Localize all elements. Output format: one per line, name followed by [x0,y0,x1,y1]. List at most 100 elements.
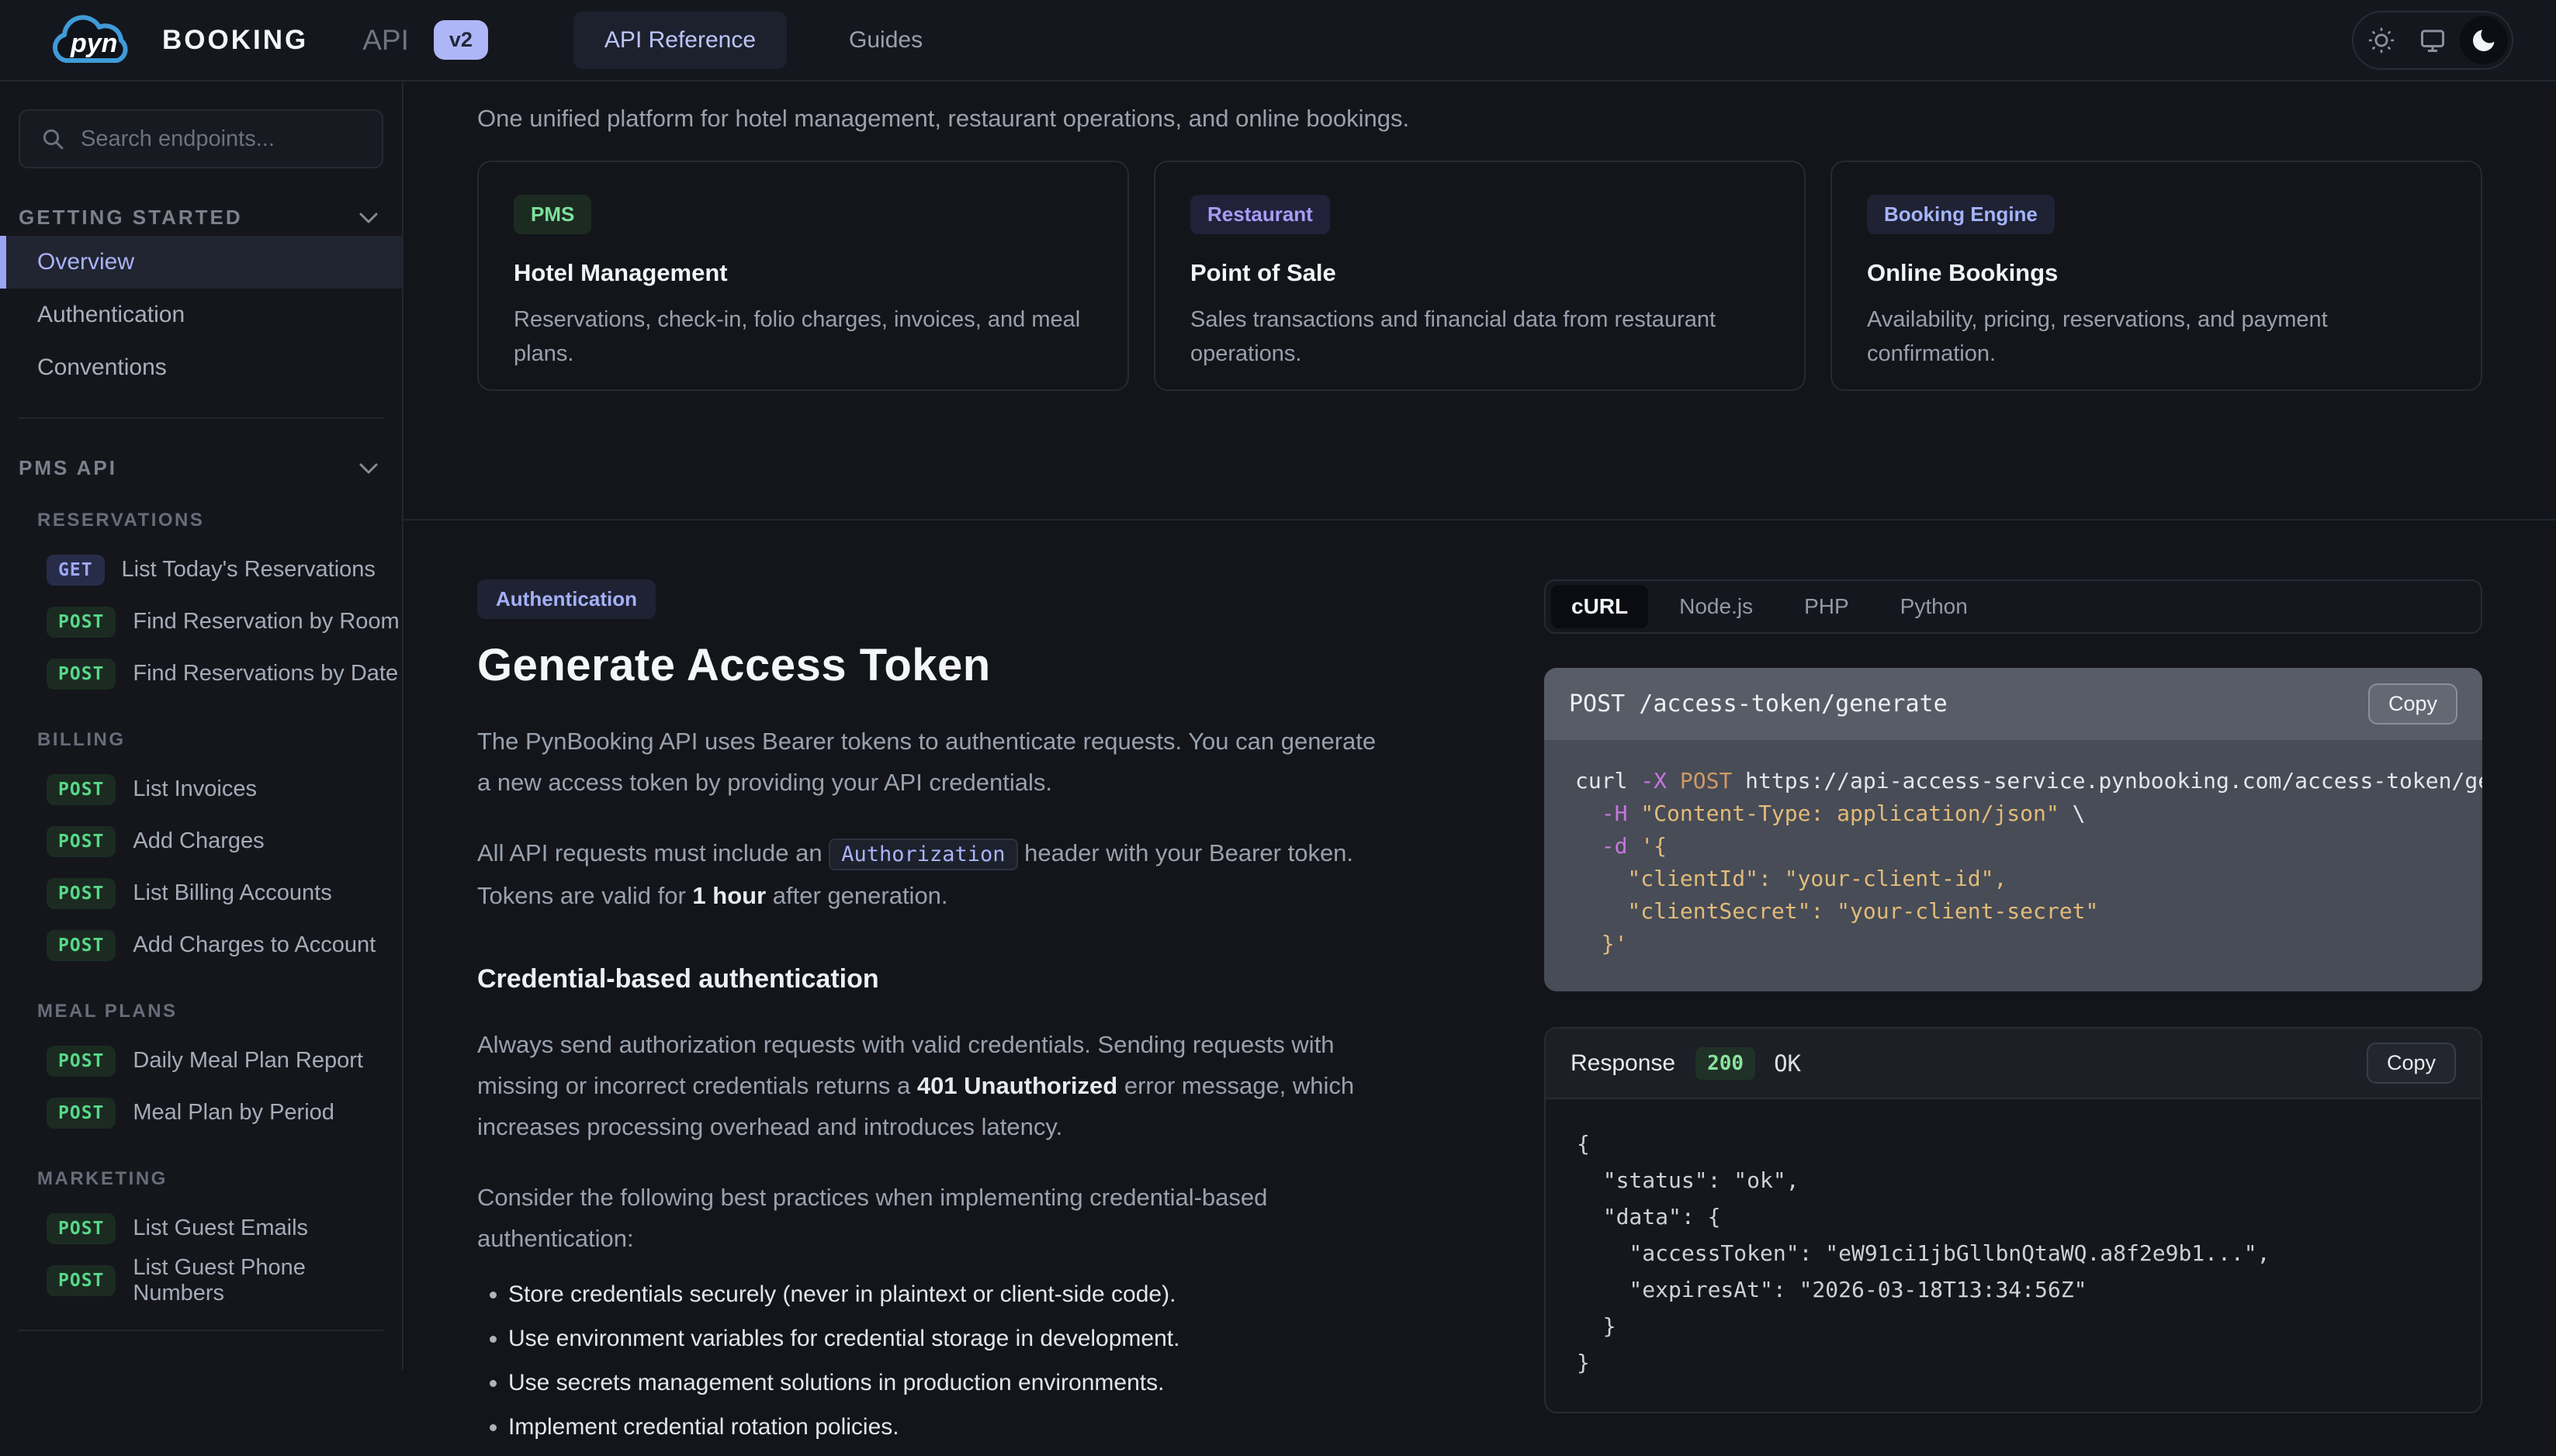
method-badge: POST [47,774,116,805]
tab-php[interactable]: PHP [1784,585,1869,628]
best-practice-item: Use secrets management solutions in prod… [508,1368,1470,1399]
code-token: -X [1640,768,1680,794]
copy-response-button[interactable]: Copy [2367,1043,2456,1084]
card-badge: PMS [514,195,591,234]
nav-tab-api-reference[interactable]: API Reference [573,12,787,69]
paragraph-line: authentication: [477,1218,1470,1259]
moon-icon [2470,26,2498,54]
product-label: API [362,24,409,57]
nav-tab-guides[interactable]: Guides [818,12,954,69]
method-badge: POST [47,826,116,857]
subsection-heading: Credential-based authentication [477,964,1470,994]
text: Always send authorization requests with … [477,1031,1335,1058]
sidebar-endpoint[interactable]: GET List Today's Reservations [0,544,402,596]
text: missing or incorrect credentials returns… [477,1072,917,1099]
sidebar-endpoint[interactable]: POSTFind Reservation by Room [0,596,402,648]
endpoint-label: List Guest Emails [133,1216,308,1241]
text: a new access token by providing your API… [477,769,1052,796]
hero-section: One unified platform for hotel managemen… [403,81,2556,519]
theme-system-button[interactable] [2409,16,2457,64]
text: All API requests must include an [477,839,829,866]
code-line: -H "Content-Type: application/json" \ [1575,797,2451,830]
sidebar-endpoint[interactable]: POSTList Guest Phone Numbers [0,1254,402,1306]
request-code-panel: POST /access-token/generate Copy curl -X… [1544,668,2482,991]
code-token: -H [1602,801,1641,826]
response-panel: Response 200 OK Copy { "status": "ok", "… [1544,1027,2482,1413]
card-badge: Restaurant [1190,195,1330,234]
endpoint-label: Add Charges to Account [133,932,376,958]
sidebar-endpoint[interactable]: POSTList Invoices [0,763,402,815]
sidebar-item-overview[interactable]: Overview [0,236,402,289]
sidebar-group-title: BILLING [37,729,402,751]
code-line: "clientId": "your-client-id", [1575,863,2451,895]
endpoint-label: List Today's Reservations [122,557,376,583]
paragraph: Consider the following best practices wh… [477,1177,1470,1259]
status-text: OK [1774,1050,1801,1077]
copy-request-button[interactable]: Copy [2368,683,2457,725]
request-code-header: POST /access-token/generate Copy [1544,668,2482,740]
intro-paragraphs: The PynBooking API uses Bearer tokens to… [477,721,1470,916]
sidebar-section-header[interactable]: GETTING STARTED [19,206,379,230]
feature-card[interactable]: Booking EngineOnline BookingsAvailabilit… [1830,161,2482,391]
endpoint-label: Add Charges [133,828,264,854]
response-line: "expiresAt": "2026-03-18T13:34:56Z" [1577,1271,2450,1308]
paragraph: The PynBooking API uses Bearer tokens to… [477,721,1470,803]
card-description: Availability, pricing, reservations, and… [1867,303,2446,371]
best-practice-item: Implement credential rotation policies. [508,1412,1470,1443]
theme-toggle [2352,11,2513,70]
code-token: "Content-Type: application/json" [1640,801,2059,826]
code-line: curl -X POST https://api-access-service.… [1575,765,2451,797]
feature-card[interactable]: RestaurantPoint of SaleSales transaction… [1154,161,1806,391]
theme-dark-button[interactable] [2460,16,2508,64]
paragraph-line: Consider the following best practices wh… [477,1177,1470,1218]
sidebar-endpoint[interactable]: POSTAdd Charges to Account [0,919,402,971]
logo[interactable]: pyn BOOKING [43,6,308,74]
method-badge: POST [47,1098,116,1129]
sidebar-endpoint[interactable]: POSTDaily Meal Plan Report [0,1035,402,1087]
search-icon [40,126,65,151]
page-title: Generate Access Token [477,639,1470,691]
logo-name: BOOKING [162,25,308,56]
sidebar-section-header[interactable]: PMS API [19,456,379,480]
best-practice-item: Use environment variables for credential… [508,1323,1470,1354]
code-line: }' [1575,928,2451,960]
sidebar-item-authentication[interactable]: Authentication [0,289,402,341]
search-input[interactable]: Search endpoints... [19,109,383,168]
tab-node-js[interactable]: Node.js [1659,585,1773,628]
card-description: Reservations, check-in, folio charges, i… [514,303,1093,371]
response-line: } [1577,1344,2450,1381]
method-badge: POST [47,607,116,638]
method-badge: POST [47,659,116,690]
text: error message, which [1117,1072,1354,1099]
theme-light-button[interactable] [2357,16,2405,64]
language-tabs: cURL Node.js PHP Python [1544,579,2482,634]
paragraph: All API requests must include an Authori… [477,832,1470,916]
sidebar-item-conventions[interactable]: Conventions [0,341,402,394]
version-badge: v2 [434,20,488,60]
sidebar-divider [19,417,383,419]
sidebar-endpoint[interactable]: POSTFind Reservations by Date [0,648,402,700]
method-badge: POST [47,878,116,909]
main-content: One unified platform for hotel managemen… [403,81,2556,1370]
response-line: "status": "ok", [1577,1162,2450,1198]
tab-python[interactable]: Python [1880,585,1988,628]
response-header: Response 200 OK Copy [1546,1029,2481,1099]
code-token: '{ [1640,833,1667,859]
status-code-badge: 200 [1695,1047,1755,1080]
method-badge: GET [47,555,105,586]
response-line: } [1577,1308,2450,1344]
sidebar-group-title: MEAL PLANS [37,1001,402,1022]
sidebar-endpoint[interactable]: POSTMeal Plan by Period [0,1087,402,1139]
logo-cloud-icon: pyn [43,6,161,74]
sidebar-endpoint[interactable]: POSTList Guest Emails [0,1202,402,1254]
response-code-body[interactable]: { "status": "ok", "data": { "accessToken… [1546,1099,2481,1412]
sidebar-endpoint[interactable]: POSTList Billing Accounts [0,867,402,919]
feature-card[interactable]: PMSHotel ManagementReservations, check-i… [477,161,1129,391]
feature-cards: PMSHotel ManagementReservations, check-i… [477,161,2482,391]
sidebar-section-title: GETTING STARTED [19,206,243,230]
code-token: "clientId": "your-client-id", [1575,866,2007,891]
request-code-body[interactable]: curl -X POST https://api-access-service.… [1544,740,2482,991]
sidebar-endpoint[interactable]: POST Add Charges [0,815,402,867]
tab-curl[interactable]: cURL [1551,585,1648,628]
text: Tokens are valid for [477,882,692,909]
